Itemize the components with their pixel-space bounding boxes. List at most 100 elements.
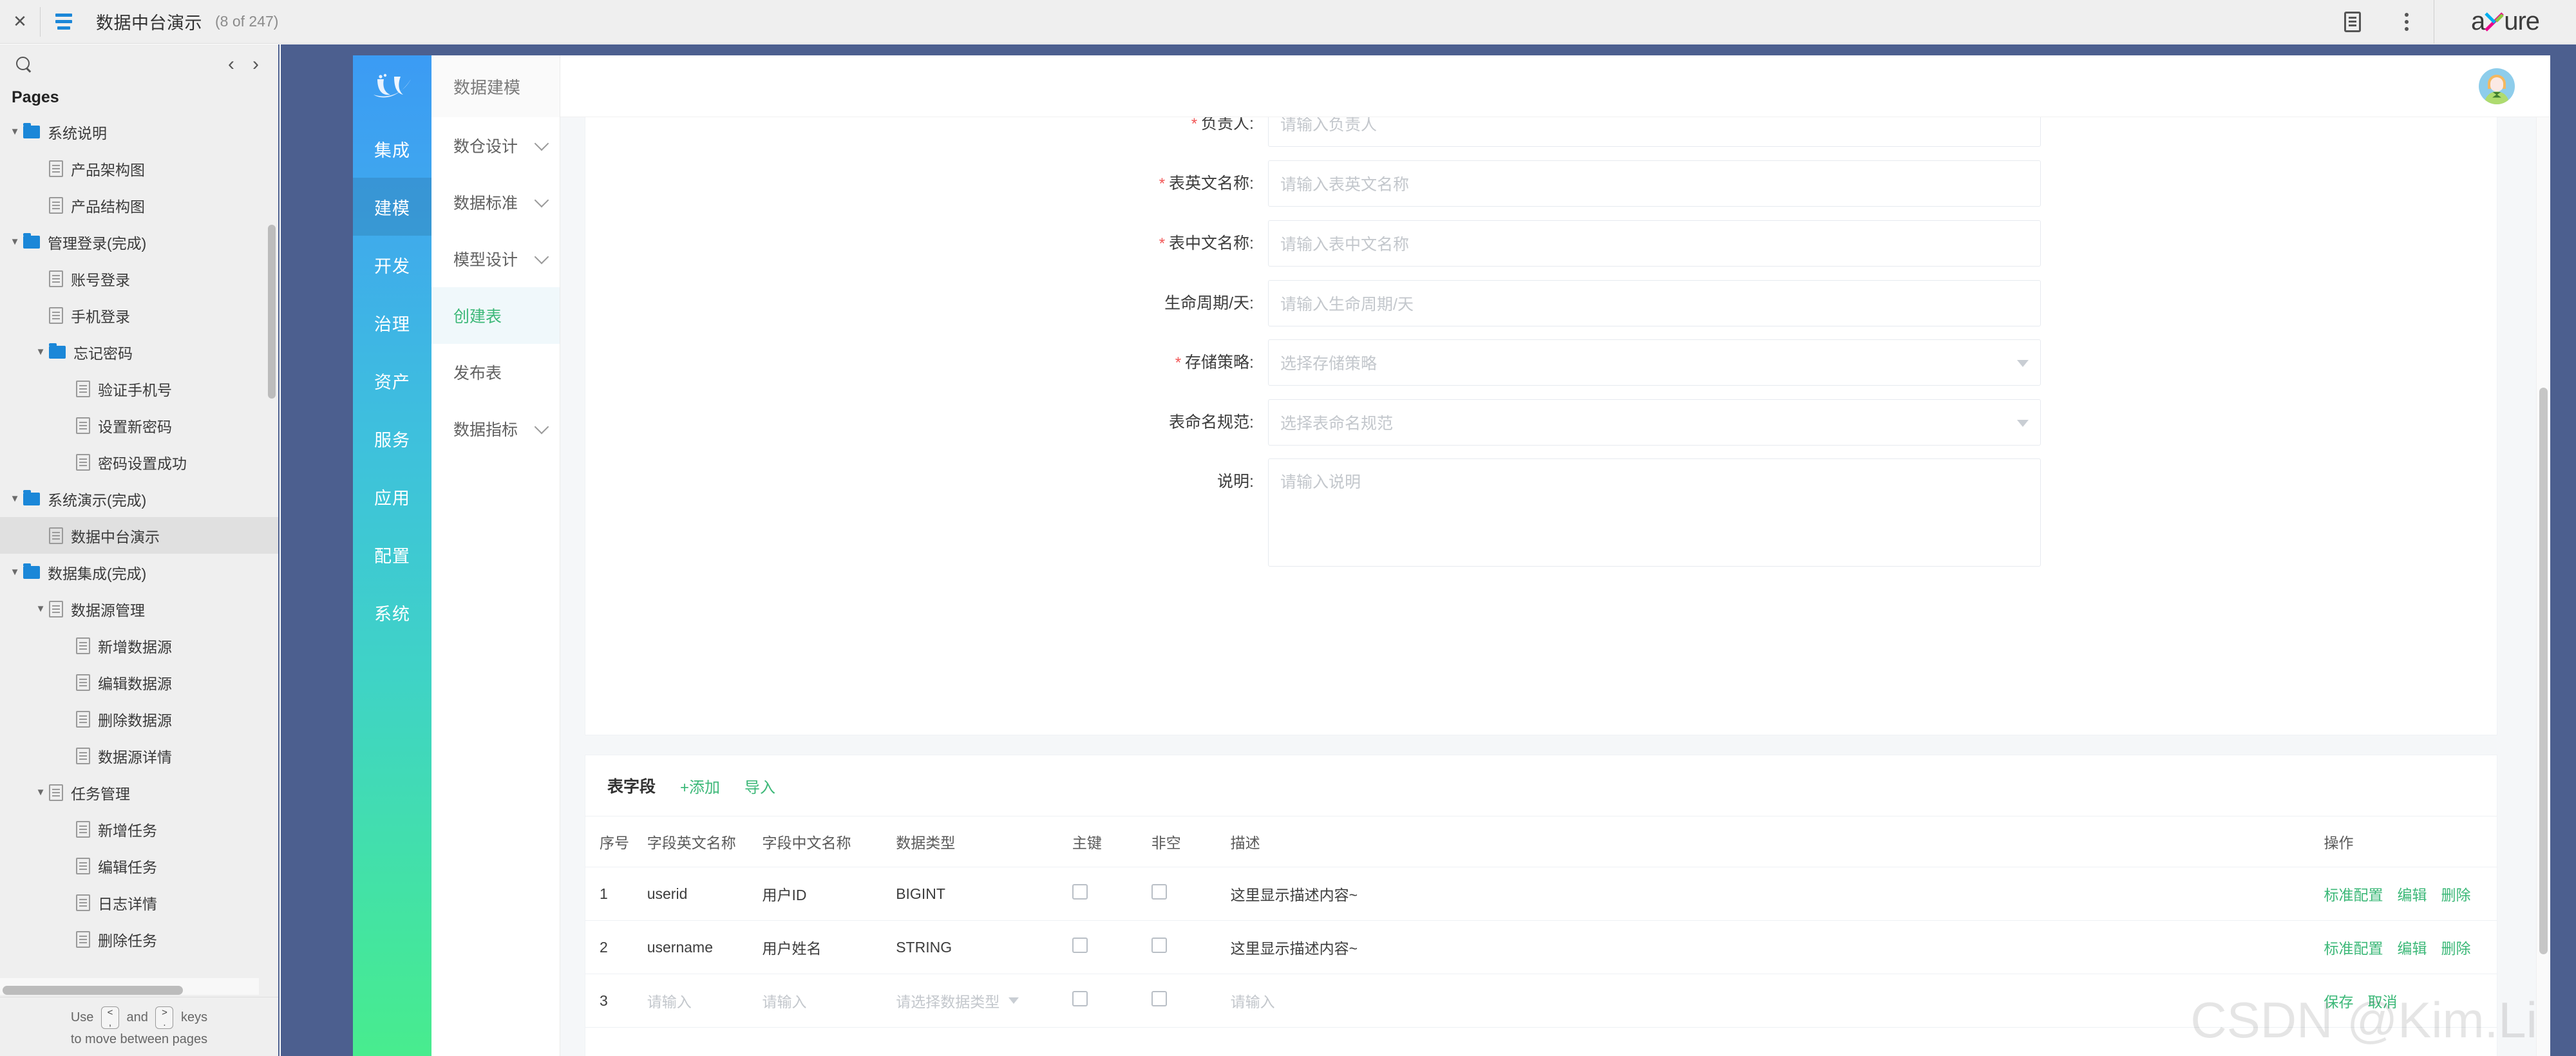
next-page-button[interactable]: › (243, 55, 268, 74)
pages-tree-hscrollbar[interactable] (3, 986, 183, 995)
pages-tree-item[interactable]: ▼删除数据源 (0, 701, 278, 737)
row-index: 3 (585, 974, 633, 1028)
primary-key-checkbox[interactable] (1072, 991, 1088, 1006)
expand-triangle-icon[interactable]: ▼ (6, 493, 23, 504)
submenu-item-4[interactable]: 创建表 (431, 287, 560, 344)
import-fields-button[interactable]: 导入 (744, 775, 775, 797)
more-options-button[interactable] (2380, 0, 2434, 44)
field-en-name: userid (632, 867, 748, 921)
rail-item-9[interactable]: 系统 (353, 583, 431, 641)
rail-item-6[interactable]: 服务 (353, 410, 431, 467)
primary-key-checkbox-cell (1057, 920, 1137, 974)
notes-panel-button[interactable] (2325, 0, 2380, 44)
primary-key-checkbox[interactable] (1072, 938, 1088, 953)
pages-tree-item[interactable]: ▼日志详情 (0, 884, 278, 921)
page-icon (49, 784, 63, 801)
row-action-link[interactable]: 保存 (2324, 994, 2354, 1010)
footer-hint-line1: Use <, and >. keys (71, 1006, 207, 1030)
pages-tree-item[interactable]: ▼验证手机号 (0, 370, 278, 407)
rail-item-1[interactable]: 集成 (353, 120, 431, 178)
pages-tree-item-label: 编辑数据源 (98, 675, 172, 692)
row-action-link[interactable]: 删除 (2441, 887, 2471, 903)
not-null-checkbox[interactable] (1151, 991, 1167, 1006)
close-icon[interactable]: ✕ (0, 0, 40, 44)
pages-tree-item[interactable]: ▼编辑任务 (0, 847, 278, 884)
field-description[interactable]: 请输入 (1216, 974, 2310, 1028)
pages-tree-item[interactable]: ▼新增数据源 (0, 627, 278, 664)
expand-triangle-icon[interactable]: ▼ (32, 346, 49, 357)
form-input[interactable]: 请输入表中文名称 (1268, 220, 2041, 267)
row-action-link[interactable]: 标准配置 (2324, 887, 2383, 903)
product-logo-icon (353, 55, 431, 120)
primary-key-checkbox[interactable] (1072, 884, 1088, 900)
content-scrollbar-thumb[interactable] (2539, 388, 2548, 954)
pages-tree-item[interactable]: ▼账号登录 (0, 260, 278, 297)
pages-tree-item[interactable]: ▼ 系统演示(完成) (0, 480, 278, 517)
pages-tree-item[interactable]: ▼产品结构图 (0, 187, 278, 223)
field-cn-name[interactable]: 请输入 (748, 974, 882, 1028)
pages-tree-item[interactable]: ▼数据中台演示 (0, 517, 278, 554)
rail-item-3[interactable]: 开发 (353, 236, 431, 294)
submenu-item-2[interactable]: 数据标准 (431, 174, 560, 231)
submenu-item-5[interactable]: 发布表 (431, 344, 560, 401)
form-input[interactable]: 请输入生命周期/天 (1268, 280, 2041, 326)
form-textarea[interactable]: 请输入说明 (1268, 458, 2041, 567)
expand-triangle-icon[interactable]: ▼ (6, 126, 23, 137)
field-data-type[interactable]: 请选择数据类型 (882, 974, 1058, 1028)
rail-item-7[interactable]: 应用 (353, 467, 431, 525)
avatar[interactable] (2479, 68, 2515, 104)
hamburger-line (55, 20, 72, 23)
expand-triangle-icon[interactable]: ▼ (32, 603, 49, 614)
field-description-text: 请输入 (1230, 994, 1275, 1010)
search-icon[interactable] (15, 56, 32, 73)
submenu-item-3[interactable]: 模型设计 (431, 231, 560, 287)
pages-tree-item-label: 系统说明 (48, 124, 107, 142)
rail-item-8[interactable]: 配置 (353, 525, 431, 583)
pages-tree-item[interactable]: ▼密码设置成功 (0, 444, 278, 480)
prev-page-button[interactable]: ‹ (219, 55, 243, 74)
pages-tree-item[interactable]: ▼ 系统说明 (0, 113, 278, 150)
pages-tree-item[interactable]: ▼ 数据集成(完成) (0, 554, 278, 590)
row-action-link[interactable]: 编辑 (2398, 940, 2427, 957)
pages-tree-vscrollbar[interactable] (268, 225, 276, 399)
not-null-checkbox[interactable] (1151, 938, 1167, 953)
field-en-name[interactable]: 请输入 (632, 974, 748, 1028)
form-select[interactable]: 选择存储策略 (1268, 339, 2041, 386)
row-action-link[interactable]: 编辑 (2398, 887, 2427, 903)
expand-triangle-icon[interactable]: ▼ (32, 787, 49, 798)
row-action-link[interactable]: 取消 (2368, 994, 2398, 1010)
hamburger-menu-icon[interactable] (41, 0, 87, 44)
pages-tree-item[interactable]: ▼ 管理登录(完成) (0, 223, 278, 260)
add-field-button[interactable]: +添加 (680, 775, 720, 797)
row-action-link[interactable]: 标准配置 (2324, 940, 2383, 957)
table-row: 1 userid 用户ID BIGINT 这里显示描述内容~ 标准配置 编辑 删除 (585, 867, 2497, 921)
table-fields-table: 序号 字段英文名称 字段中文名称 数据类型 主键 非空 描述 操作 1 userid 用户ID BI… (585, 816, 2497, 1028)
form-input[interactable]: 请输入表英文名称 (1268, 160, 2041, 207)
not-null-checkbox[interactable] (1151, 884, 1167, 900)
pages-tree-item[interactable]: ▼ 数据源管理 (0, 590, 278, 627)
form-select[interactable]: 选择表命名规范 (1268, 399, 2041, 446)
form-input[interactable]: 请输入负责人 (1268, 117, 2041, 147)
expand-triangle-icon[interactable]: ▼ (6, 567, 23, 578)
pages-tree-item[interactable]: ▼手机登录 (0, 297, 278, 334)
pages-tree-item[interactable]: ▼数据源详情 (0, 737, 278, 774)
form-row: * 存储策略: 选择存储策略 (585, 339, 2497, 386)
expand-triangle-icon[interactable]: ▼ (6, 236, 23, 247)
pages-tree-item[interactable]: ▼删除任务 (0, 921, 278, 950)
pages-tree-item[interactable]: ▼设置新密码 (0, 407, 278, 444)
row-action-link[interactable]: 删除 (2441, 940, 2471, 957)
rail-item-4[interactable]: 治理 (353, 294, 431, 352)
rail-item-5[interactable]: 资产 (353, 352, 431, 410)
pages-tree-item[interactable]: ▼ 忘记密码 (0, 334, 278, 370)
rail-item-2[interactable]: 建模 (353, 178, 431, 236)
submenu-item-1[interactable]: 数仓设计 (431, 117, 560, 174)
placeholder-text: 请输入表中文名称 (1280, 236, 1410, 254)
pages-tree-item[interactable]: ▼产品架构图 (0, 150, 278, 187)
pages-tree-item[interactable]: ▼ 任务管理 (0, 774, 278, 811)
prototype-app: 集成 建模 开发 治理 资产 服务 应用 配置 系统 数据建模 数仓设计 数据标准 模型设计 创建表发… (353, 55, 2550, 1056)
pages-tree-item[interactable]: ▼编辑数据源 (0, 664, 278, 701)
pages-tree-item[interactable]: ▼新增任务 (0, 811, 278, 847)
chevron-down-icon (534, 419, 549, 435)
pages-tree-item-label: 编辑任务 (98, 858, 157, 876)
submenu-item-6[interactable]: 数据指标 (431, 401, 560, 457)
